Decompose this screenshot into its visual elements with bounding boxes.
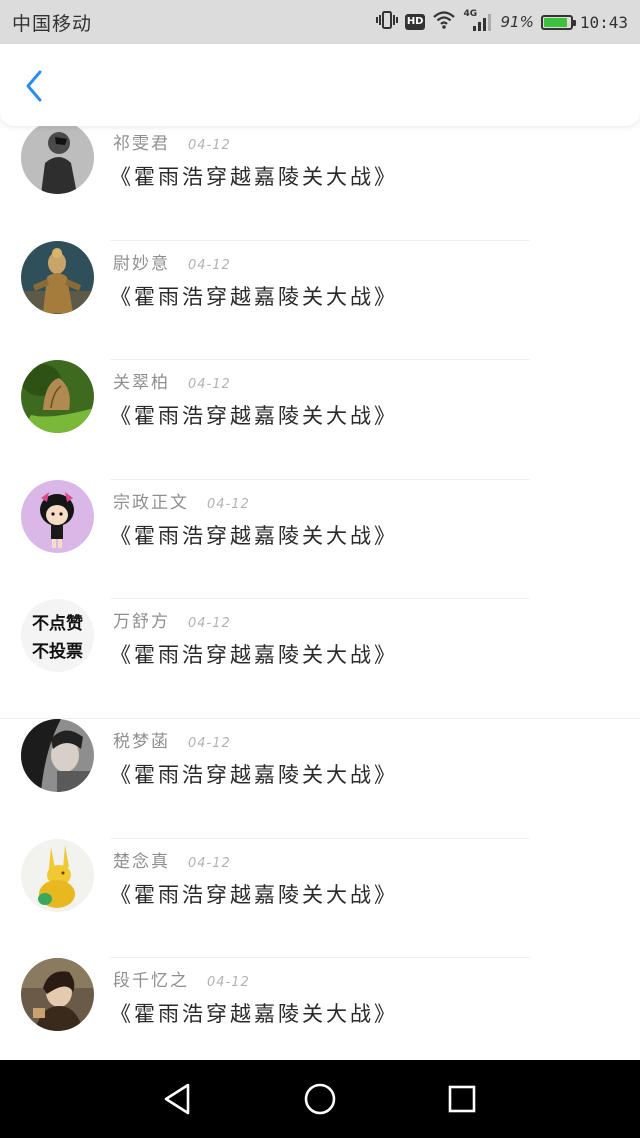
yellow-rabbit-figure-photo-icon <box>21 838 94 912</box>
username[interactable]: 祁雯君 <box>113 129 170 154</box>
comment-meta: 万舒方 04-12 <box>113 607 231 632</box>
circle-home-icon <box>304 1083 336 1115</box>
status-icons: HD 4G 91% 10:43 <box>375 9 628 34</box>
comment-text: 《霍雨浩穿越嘉陵关大战》 <box>110 1002 398 1027</box>
username[interactable]: 段千忆之 <box>113 966 189 991</box>
comment-meta: 段千忆之 04-12 <box>113 966 250 991</box>
comment-text: 《霍雨浩穿越嘉陵关大战》 <box>110 523 398 548</box>
avatar[interactable] <box>21 718 94 792</box>
comment-date: 04-12 <box>188 735 231 751</box>
comment-text: 《霍雨浩穿越嘉陵关大战》 <box>110 165 398 189</box>
avatar[interactable] <box>21 126 94 194</box>
username[interactable]: 尉妙意 <box>113 249 170 274</box>
back-button[interactable] <box>18 68 50 104</box>
cellular-signal-icon: 4G <box>463 9 493 33</box>
comment-list-track: 祁雯君 04-12 《霍雨浩穿越嘉陵关大战》 尉妙意 04-12 《霍雨浩穿越嘉… <box>0 126 640 1060</box>
comment-meta: 关翠柏 04-12 <box>113 368 231 393</box>
comment-date: 04-12 <box>188 257 231 273</box>
comment-item[interactable]: 楚念真 04-12 《霍雨浩穿越嘉陵关大战》 <box>0 838 640 959</box>
comment-item[interactable]: 关翠柏 04-12 《霍雨浩穿越嘉陵关大战》 <box>0 360 640 480</box>
battery-percent: 91% <box>500 13 534 31</box>
comment-text: 《霍雨浩穿越嘉陵关大战》 <box>110 762 398 787</box>
avatar[interactable] <box>21 240 94 314</box>
comment-date: 04-12 <box>188 616 231 632</box>
comment-item[interactable]: 尉妙意 04-12 《霍雨浩穿越嘉陵关大战》 <box>0 240 640 361</box>
avatar[interactable] <box>21 479 94 553</box>
nav-recents-button[interactable] <box>442 1079 482 1119</box>
woman-portrait-photo-icon <box>21 718 94 792</box>
carrier-name: 中国移动 <box>12 12 93 35</box>
comment-date: 04-12 <box>188 138 231 153</box>
triangle-back-icon <box>164 1083 190 1115</box>
status-bar: 中国移动 HD 4G 91% 10:43 <box>0 0 640 44</box>
comment-date: 04-12 <box>207 496 250 512</box>
wifi-icon <box>432 10 456 34</box>
comment-list[interactable]: 祁雯君 04-12 《霍雨浩穿越嘉陵关大战》 尉妙意 04-12 《霍雨浩穿越嘉… <box>0 126 640 1060</box>
username[interactable]: 宗政正文 <box>113 488 189 513</box>
comment-text: 《霍雨浩穿越嘉陵关大战》 <box>110 284 398 309</box>
statue-figure-photo-icon <box>21 240 94 314</box>
grayscale-person-photo-icon <box>21 126 94 194</box>
comment-meta: 祁雯君 04-12 <box>113 129 231 154</box>
comment-meta: 楚念真 04-12 <box>113 847 231 872</box>
avatar-text-line2: 不投票 <box>32 641 83 662</box>
comment-meta: 宗政正文 04-12 <box>113 488 250 513</box>
comment-item[interactable]: 宗政正文 04-12 《霍雨浩穿越嘉陵关大战》 <box>0 479 640 600</box>
username[interactable]: 楚念真 <box>113 847 170 872</box>
top-app-bar <box>0 44 640 126</box>
cartoon-girl-photo-icon <box>21 479 94 553</box>
system-navigation-bar <box>0 1060 640 1138</box>
battery-fill <box>543 17 568 27</box>
avatar[interactable] <box>21 360 94 434</box>
comment-text: 《霍雨浩穿越嘉陵关大战》 <box>110 643 398 668</box>
avatar-text-line1: 不点赞 <box>32 613 83 634</box>
comment-meta: 尉妙意 04-12 <box>113 249 231 274</box>
nav-back-button[interactable] <box>158 1079 198 1119</box>
comment-item[interactable]: 段千忆之 04-12 《霍雨浩穿越嘉陵关大战》 <box>0 958 640 1060</box>
battery-icon <box>540 14 576 30</box>
comment-meta: 税梦菡 04-12 <box>113 727 231 752</box>
avatar[interactable] <box>21 958 94 1032</box>
comment-item[interactable]: 税梦菡 04-12 《霍雨浩穿越嘉陵关大战》 <box>0 718 640 839</box>
comment-date: 04-12 <box>207 975 250 991</box>
comment-date: 04-12 <box>188 855 231 871</box>
comment-date: 04-12 <box>188 377 231 393</box>
person-photo-icon <box>21 958 94 1032</box>
comment-text: 《霍雨浩穿越嘉陵关大战》 <box>110 404 398 429</box>
clock: 10:43 <box>579 12 628 32</box>
square-recents-icon <box>448 1085 476 1113</box>
comment-item[interactable]: 祁雯君 04-12 《霍雨浩穿越嘉陵关大战》 <box>0 126 640 241</box>
vibrate-icon <box>375 10 398 34</box>
butterfly-photo-icon <box>21 360 94 434</box>
comment-text: 《霍雨浩穿越嘉陵关大战》 <box>110 882 398 907</box>
comment-item[interactable]: 不点赞 不投票 万舒方 04-12 《霍雨浩穿越嘉陵关大战》 <box>0 599 640 719</box>
chevron-left-icon <box>26 70 42 102</box>
hd-badge: HD <box>404 14 426 30</box>
username[interactable]: 关翠柏 <box>113 368 170 393</box>
text-image-icon: 不点赞 不投票 <box>21 599 94 673</box>
nav-home-button[interactable] <box>300 1079 340 1119</box>
username[interactable]: 万舒方 <box>113 607 170 632</box>
username[interactable]: 税梦菡 <box>113 727 170 752</box>
avatar[interactable] <box>21 838 94 912</box>
avatar[interactable]: 不点赞 不投票 <box>21 599 94 673</box>
